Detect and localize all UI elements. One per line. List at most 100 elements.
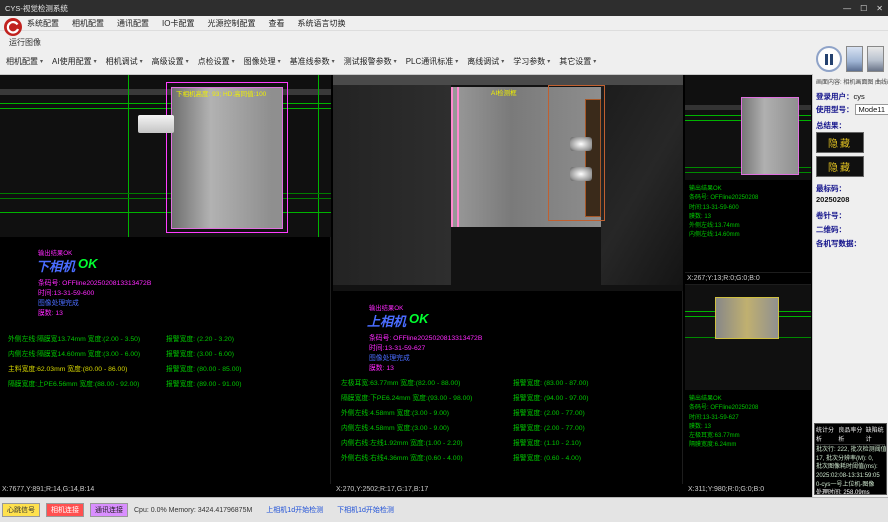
statusbar: 心跳信号 相机连接 通讯连接 Cpu: 0.0% Memory: 3424.41… [0, 497, 888, 522]
toolbar-item-ai-config[interactable]: AI使用配置▾ [52, 56, 97, 67]
toolbar-item-label: 学习参数 [513, 56, 545, 67]
dropdown-arrow-icon: ▾ [593, 58, 596, 65]
toolbar-item-image-process[interactable]: 图像处理▾ [244, 56, 281, 67]
barcode-label: 最标码： [816, 183, 846, 194]
toolbar-item-plc[interactable]: PLC通讯标准▾ [406, 56, 459, 67]
menu-item-camera-config[interactable]: 相机配置 [72, 18, 104, 29]
overlay-text-line: 左极耳宽:63.77mm [689, 432, 758, 441]
toolbar-item-camera-debug[interactable]: 相机调试▾ [106, 56, 143, 67]
app-logo-icon [3, 17, 23, 37]
measurement-text: 内侧左线:隔膜宽14.60mm 宽度:(3.00 - 6.00) [8, 348, 166, 358]
menu-item-view[interactable]: 查看 [268, 18, 284, 29]
overlay-text-line: 隔膜宽度:6.24mm [689, 441, 758, 450]
small-camera-view-1[interactable]: 输出结果OK 条码号: OFFline20250208 时间:13-31-59-… [685, 75, 811, 272]
model-value-field[interactable]: Mode11 [855, 104, 888, 115]
coordinate-readout-lower: X:7677,Y:891;R:14,G:14,B:14 [2, 486, 94, 493]
dropdown-arrow-icon: ▾ [501, 58, 504, 65]
dropdown-arrow-icon: ▾ [394, 58, 397, 65]
stats-line: 0-cys一号上位机-图像 [816, 481, 885, 490]
overlay-text-line: 膜数: 13 [689, 423, 758, 432]
camera-title-ok: OK [409, 311, 429, 330]
overlay-text-line: 输出结果OK [689, 395, 758, 404]
toolbar-item-offline-debug[interactable]: 离线调试▾ [467, 56, 504, 67]
toolbar-item-label: 相机调试 [106, 56, 138, 67]
small-camera-view-2[interactable]: 输出结果OK 条码号: OFFline20250208 时间:13-31-59-… [685, 285, 811, 484]
stats-tab[interactable]: 良品率分析 [838, 425, 862, 443]
small-camera-image-1 [685, 75, 811, 180]
camera-view-lower[interactable]: 下相机高度: 93; HD:高同值:100 输出结果OK 下相机 OK 条码号:… [0, 75, 331, 484]
maximize-button[interactable]: ☐ [860, 4, 867, 13]
measurement-text: 隔膜宽度:下PE6.24mm 宽度:(93.00 - 98.00) [341, 392, 513, 402]
measurement-row: 内侧左线:4.58mm 宽度:(3.00 - 9.00) 报警宽度: (2.00… [341, 422, 585, 432]
result-display-1[interactable]: 隐藏 [816, 132, 864, 153]
login-user-row: 登录用户：cys [816, 91, 865, 102]
main-area: 下相机高度: 93; HD:高同值:100 输出结果OK 下相机 OK 条码号:… [0, 75, 812, 484]
close-button[interactable]: ✕ [876, 4, 883, 13]
toolbar-item-learn-params[interactable]: 学习参数▾ [513, 56, 550, 67]
pause-button[interactable] [816, 46, 842, 72]
tab-run-image[interactable]: 运行图像 [9, 37, 41, 48]
toolbar-item-baseline-params[interactable]: 基准线参数▾ [290, 56, 335, 67]
stats-tab[interactable]: 缺陷统计 [866, 425, 885, 443]
menu-item-language[interactable]: 系统语言切换 [297, 18, 345, 29]
camera-title-text: 下相机 [36, 256, 75, 275]
toolbar-item-advanced[interactable]: 高级设置▾ [152, 56, 189, 67]
lower-camera-status: 下相机1d开始检测 [337, 505, 394, 515]
camera-preview-button-2[interactable] [867, 46, 884, 72]
app-window: CYS-视觉检测系统 — ☐ ✕ 系统配置 相机配置 通讯配置 IO卡配置 光源… [0, 0, 888, 522]
toolbar-item-camera-config[interactable]: 相机配置▾ [6, 56, 43, 67]
login-user-label: 登录用户： [816, 92, 854, 101]
write-data-label: 各机写数据： [816, 238, 861, 249]
count-line: 膜数: 13 [38, 307, 63, 317]
time-line: 时间:13-31-59-600 [38, 287, 94, 297]
measurement-text: 内侧右线:左线1.92mm 宽度:(1.00 - 2.20) [341, 437, 513, 447]
toolbar-item-label: 离线调试 [467, 56, 499, 67]
stats-line: 批次行: 222, 批次检测阈值: [816, 446, 885, 455]
toolbar-item-label: 基准线参数 [290, 56, 330, 67]
coordinate-readout-upper: X:270,Y:2502;R:17,G:17,B:17 [336, 486, 428, 493]
result-display-2[interactable]: 隐藏 [816, 156, 864, 177]
measurement-text: 左极耳宽:63.77mm 宽度:(82.00 - 88.00) [341, 377, 513, 387]
minimize-button[interactable]: — [843, 4, 851, 13]
camera-link-indicator: 相机连接 [46, 503, 84, 517]
cpu-memory-status: Cpu: 0.0% Memory: 3424.41796875M [134, 507, 252, 514]
overlay-text-line: 条码号: OFFline20250208 [689, 194, 758, 203]
statistics-box: 统计分析 良品率分析 缺陷统计 批次行: 222, 批次检测阈值: 17, 批次… [814, 423, 887, 495]
toolbar-item-other[interactable]: 其它设置▾ [559, 56, 596, 67]
stats-line: 17, 批次分辨率(M): 0, [816, 455, 885, 464]
model-label: 使用型号： [816, 105, 854, 114]
process-line: 图像处理完成 [369, 352, 410, 362]
product-region [171, 87, 283, 229]
measurement-text: 主料宽度:62.03mm 宽度:(80.00 - 86.00) [8, 363, 166, 373]
barcode-line: 条码号: OFFline2025020813313472B [369, 332, 482, 342]
menu-item-system-config[interactable]: 系统配置 [27, 18, 59, 29]
menu-item-io-config[interactable]: IO卡配置 [162, 18, 194, 29]
toolbar-item-spot-check[interactable]: 点检设置▾ [198, 56, 235, 67]
measurement-row: 隔膜宽度:上PE6.56mm 宽度:(88.00 - 92.00) 报警宽度: … [8, 378, 242, 388]
overlay-text-line: 膜数: 13 [689, 213, 758, 222]
camera-title: 下相机 OK [36, 256, 98, 275]
measurement-text: 外侧左线:4.58mm 宽度:(3.00 - 9.00) [341, 407, 513, 417]
overlay-text-line: 内侧左线:14.60mm [689, 231, 758, 240]
measurement-row: 主料宽度:62.03mm 宽度:(80.00 - 86.00) 报警宽度: (8… [8, 363, 242, 373]
stats-line: 批次图像耗时阈值(ms): [816, 463, 885, 472]
camera-view-upper[interactable]: AI检测框 输出结果OK 上相机 OK 条码号: OFFline20250208… [333, 75, 683, 484]
heartbeat-indicator: 心跳信号 [2, 503, 40, 517]
coordinate-readout-small-1: X:267;Y:13;R:0;G:0;B:0 [685, 272, 811, 285]
toolbar-item-alarm-params[interactable]: 测试报警参数▾ [344, 56, 397, 67]
alarm-range-text: 报警宽度: (2.00 - 77.00) [513, 422, 585, 432]
camera-preview-button-1[interactable] [846, 46, 863, 72]
tab-connector-region [138, 115, 174, 133]
tab-strip: 运行图像 [0, 31, 888, 49]
qr-label: 二维码： [816, 224, 846, 235]
overlay-text-block: 输出结果OK 条码号: OFFline20250208 时间:13-31-59-… [689, 395, 758, 451]
height-label: 下相机高度: 93; HD:高同值:100 [176, 88, 266, 98]
menu-item-light-config[interactable]: 光源控制配置 [207, 18, 255, 29]
overlay-text-block: 输出结果OK 条码号: OFFline20250208 时间:13-31-59-… [689, 185, 758, 241]
login-user-value: cys [854, 92, 865, 101]
menu-item-comm-config[interactable]: 通讯配置 [117, 18, 149, 29]
titlebar: CYS-视觉检测系统 — ☐ ✕ [0, 0, 888, 16]
barcode-value: 20250208 [816, 195, 849, 204]
measurement-row: 隔膜宽度:下PE6.24mm 宽度:(93.00 - 98.00) 报警宽度: … [341, 392, 589, 402]
stats-tab[interactable]: 统计分析 [816, 425, 835, 443]
